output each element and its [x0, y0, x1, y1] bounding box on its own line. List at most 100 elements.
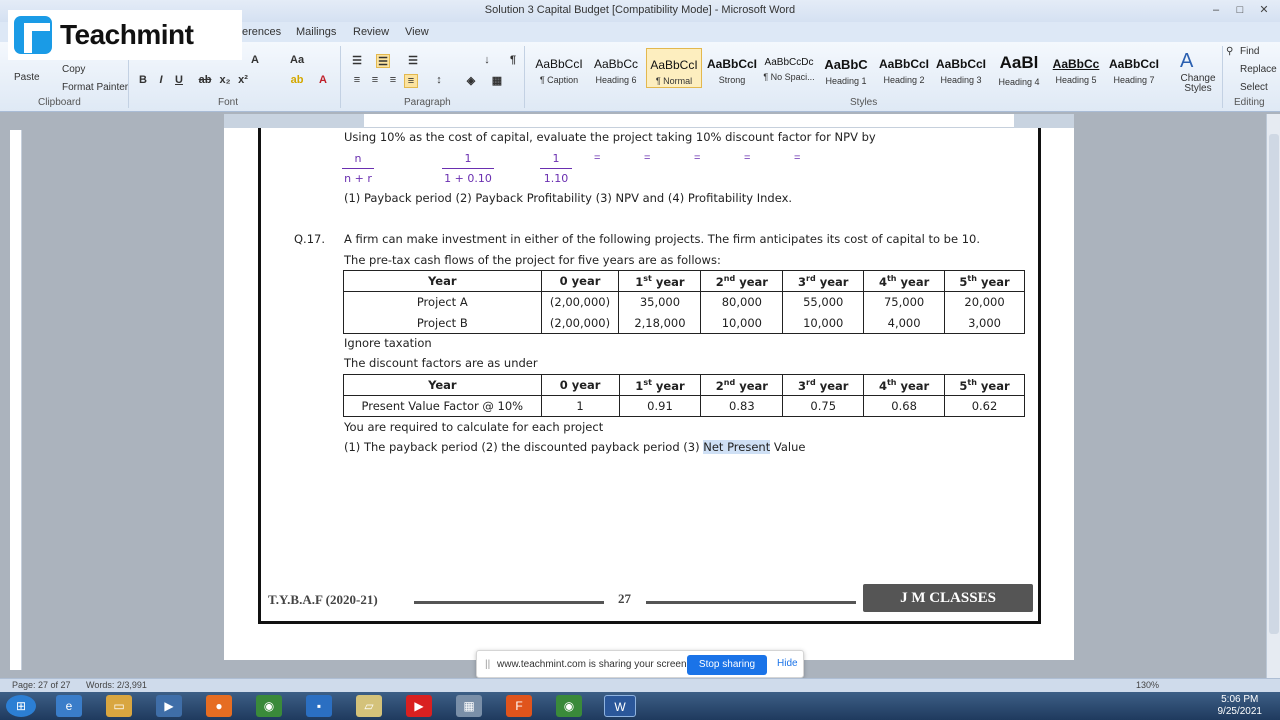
scrollbar-thumb[interactable] — [1269, 134, 1279, 634]
style-caption[interactable]: AaBbCcI ¶ Caption — [531, 48, 587, 88]
justify-icon[interactable]: ≡ — [404, 74, 418, 88]
selected-text[interactable]: Net Present — [703, 440, 771, 454]
underline-icon[interactable]: U — [172, 74, 186, 88]
tab-review[interactable]: Review — [353, 26, 389, 38]
italic-icon[interactable]: I — [154, 74, 168, 88]
style-heading-6[interactable]: AaBbCc Heading 6 — [588, 48, 644, 88]
style-heading-7[interactable]: AaBbCcI Heading 7 — [1106, 48, 1162, 88]
youtube-icon[interactable]: ▶ — [406, 695, 432, 717]
superscript-icon[interactable]: x² — [236, 74, 250, 88]
start-icon[interactable]: ⊞ — [6, 695, 36, 717]
header-cell: Year — [343, 374, 542, 396]
editing-group-label: Editing — [1234, 97, 1265, 108]
stop-sharing-button[interactable]: Stop sharing — [687, 655, 767, 675]
word-icon[interactable]: W — [604, 695, 636, 717]
tab-mailings[interactable]: Mailings — [296, 26, 336, 38]
document-page[interactable]: Using 10% as the cost of capital, evalua… — [224, 128, 1074, 660]
table-cell: 0.75 — [782, 395, 865, 417]
close-button[interactable]: ✕ — [1254, 2, 1274, 18]
equals-sign: = — [594, 152, 601, 164]
format-painter-button[interactable]: Format Painter — [62, 82, 128, 93]
shading-icon[interactable]: ◈ — [464, 74, 478, 88]
question-line-2: The pre-tax cash flows of the project fo… — [344, 253, 721, 267]
tab-view[interactable]: View — [405, 26, 429, 38]
find-button[interactable]: Find — [1240, 46, 1259, 57]
vertical-scrollbar[interactable] — [1266, 114, 1280, 678]
style-strong[interactable]: AaBbCcI Strong — [704, 48, 760, 88]
system-clock[interactable]: 5:06 PM 9/25/2021 — [1218, 694, 1263, 718]
discount-intro-line: The discount factors are as under — [344, 356, 538, 370]
teachmint-watermark: Teachmint — [8, 10, 242, 60]
notes-icon[interactable]: ▱ — [356, 695, 382, 717]
paste-button[interactable]: Paste — [14, 72, 40, 83]
task-line: (1) Payback period (2) Payback Profitabi… — [344, 191, 793, 205]
hide-button[interactable]: Hide — [777, 658, 798, 669]
screen-share-bar: || www.teachmint.com is sharing your scr… — [476, 650, 804, 678]
change-styles-button[interactable]: Change Styles — [1178, 74, 1218, 94]
table-cell: 10,000 — [700, 312, 784, 334]
subscript-icon[interactable]: x₂ — [218, 74, 232, 88]
pilcrow-icon[interactable]: ¶ — [506, 54, 520, 68]
line-spacing-icon[interactable]: ↕ — [432, 74, 446, 88]
find-icon: ⚲ — [1226, 46, 1234, 57]
font-color-icon[interactable]: A — [316, 74, 330, 88]
footer-rule — [646, 601, 856, 604]
vertical-ruler[interactable] — [10, 130, 22, 670]
style-normal[interactable]: AaBbCcI ¶ Normal — [646, 48, 702, 88]
drag-handle-icon[interactable]: || — [485, 659, 490, 670]
ie-icon[interactable]: e — [56, 695, 82, 717]
style-heading-2[interactable]: AaBbCcI Heading 2 — [876, 48, 932, 88]
style-heading-1[interactable]: AaBbC Heading 1 — [818, 48, 874, 88]
tab-references[interactable]: erences — [242, 26, 281, 38]
table-cell: 3,000 — [944, 312, 1025, 334]
media-player-icon[interactable]: ▶ — [156, 695, 182, 717]
copy-button[interactable]: Copy — [62, 64, 85, 75]
style-heading-3[interactable]: AaBbCcI Heading 3 — [933, 48, 989, 88]
equals-sign: = — [644, 152, 651, 164]
sort-icon[interactable]: ↓ — [480, 54, 494, 68]
fraction-1: n n + r — [342, 152, 374, 185]
align-center-icon[interactable]: ≡ — [368, 74, 382, 88]
ruler-left-margin — [224, 114, 364, 128]
header-cell: 4th year — [863, 270, 946, 292]
calculator-icon[interactable]: ▦ — [456, 695, 482, 717]
highlight-icon[interactable]: ab — [290, 74, 304, 88]
header-cell: 5th year — [944, 270, 1025, 292]
table-cell: 4,000 — [863, 312, 946, 334]
strikethrough-icon[interactable]: ab — [198, 74, 212, 88]
align-left-icon[interactable]: ≡ — [350, 74, 364, 88]
grow-font-icon[interactable]: A — [248, 54, 262, 68]
word-count[interactable]: Words: 2/3,991 — [86, 680, 147, 690]
chrome-icon[interactable]: ◉ — [256, 695, 282, 717]
firefox-icon[interactable]: ● — [206, 695, 232, 717]
select-button[interactable]: Select — [1240, 82, 1268, 93]
question-number: Q.17. — [294, 232, 325, 246]
numbering-icon[interactable]: ☰ — [376, 54, 390, 68]
bold-icon[interactable]: B — [136, 74, 150, 88]
bullets-icon[interactable]: ☰ — [350, 54, 364, 68]
multilevel-list-icon[interactable]: ☰ — [406, 54, 420, 68]
replace-button[interactable]: Replace — [1240, 64, 1277, 75]
align-right-icon[interactable]: ≡ — [386, 74, 400, 88]
minimize-button[interactable]: – — [1206, 2, 1226, 18]
style-heading-5[interactable]: AaBbCc Heading 5 — [1048, 48, 1104, 88]
horizontal-ruler[interactable] — [224, 114, 1074, 128]
borders-icon[interactable]: ▦ — [490, 74, 504, 88]
table-header-row: Year 0 year 1st year 2nd year 3rd year 4… — [343, 374, 1025, 396]
chrome-icon[interactable]: ◉ — [556, 695, 582, 717]
table-cell: Project A — [343, 291, 542, 313]
table-cell: Present Value Factor @ 10% — [343, 395, 542, 417]
zoom-level[interactable]: 130% — [1136, 680, 1159, 690]
style-heading-4[interactable]: AaBl Heading 4 — [991, 48, 1047, 88]
app-icon[interactable]: ▪ — [306, 695, 332, 717]
table-cell: 0.68 — [863, 395, 946, 417]
maximize-button[interactable]: □ — [1230, 2, 1250, 18]
taskbar: ⊞ e ▭ ▶ ● ◉ ▪ ▱ ▶ ▦ F ◉ W 5:06 PM 9/25/2… — [0, 692, 1280, 720]
change-case-icon[interactable]: Aa — [290, 54, 304, 68]
fl-studio-icon[interactable]: F — [506, 695, 532, 717]
table-cell: 80,000 — [700, 291, 784, 313]
folder-icon[interactable]: ▭ — [106, 695, 132, 717]
change-styles-icon[interactable]: A — [1180, 50, 1193, 73]
page-count[interactable]: Page: 27 of 27 — [12, 680, 71, 690]
style-no-spacing[interactable]: AaBbCcDc ¶ No Spaci... — [761, 48, 817, 88]
